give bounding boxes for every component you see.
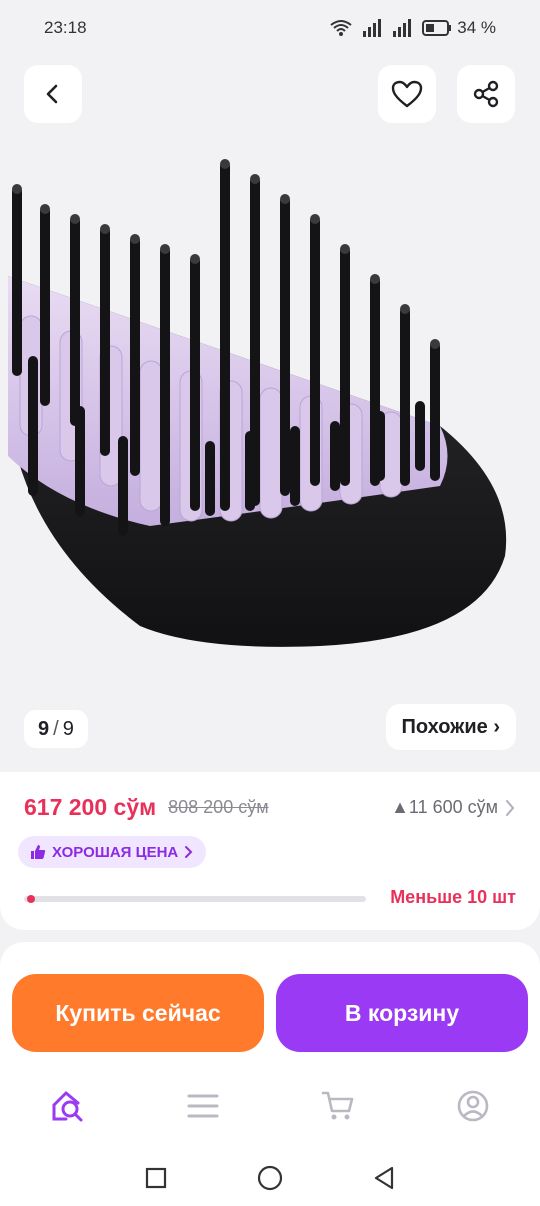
image-counter-total: 9	[62, 717, 74, 740]
recent-apps-icon[interactable]	[145, 1167, 167, 1189]
status-time: 23:18	[44, 18, 87, 37]
share-icon	[473, 80, 499, 108]
product-image	[8, 159, 507, 647]
price-change-value: ▲11 600 сўм	[391, 797, 498, 817]
bottom-navigation	[0, 1062, 540, 1150]
add-to-cart-button[interactable]: В корзину	[276, 974, 528, 1052]
battery: 34 %	[422, 18, 496, 38]
buy-now-button[interactable]: Купить сейчас	[12, 974, 264, 1052]
battery-icon	[422, 20, 452, 36]
battery-percent: 34 %	[457, 18, 496, 37]
cart-icon	[321, 1091, 353, 1120]
nav-catalog[interactable]	[173, 1076, 233, 1136]
stock-progress-fill	[26, 895, 35, 903]
current-price: 617 200 сўм	[24, 794, 157, 820]
favorite-button[interactable]	[378, 65, 436, 123]
heart-icon	[391, 80, 423, 108]
action-bar: Купить сейчас В корзину	[0, 942, 540, 1062]
status-icons: 34 %	[330, 18, 496, 38]
old-price: 808 200 сўм	[168, 797, 269, 817]
price-card: 617 200 сўм 808 200 сўм ▲11 600 сўм ХОРО…	[0, 772, 540, 930]
status-bar: 23:18 34 %	[0, 0, 540, 56]
good-price-label: ХОРОШАЯ ЦЕНА	[52, 843, 179, 861]
chevron-right-icon	[506, 799, 515, 816]
good-price-badge[interactable]: ХОРОШАЯ ЦЕНА	[18, 836, 207, 868]
stock-text: Меньше 10 шт	[390, 887, 516, 907]
image-counter-separator: /	[53, 717, 59, 740]
nav-cart[interactable]	[308, 1076, 368, 1136]
home-search-icon	[52, 1091, 82, 1122]
price-change-button[interactable]: ▲11 600 сўм	[391, 797, 516, 818]
signal-icon	[363, 19, 382, 37]
catalog-icon	[187, 1094, 218, 1118]
chevron-left-icon	[46, 84, 58, 104]
similar-products-button[interactable]: Похожие ›	[385, 704, 516, 750]
product-gallery[interactable]: 9 / 9 Похожие ›	[0, 56, 540, 770]
image-counter-current: 9	[38, 717, 50, 740]
stock-progress-bar	[24, 895, 366, 903]
price-row: 617 200 сўм 808 200 сўм ▲11 600 сўм	[24, 794, 516, 821]
signal-icon	[393, 19, 412, 37]
nav-profile[interactable]	[443, 1076, 503, 1136]
chevron-right-icon	[185, 846, 193, 858]
system-navigation-bar	[0, 1150, 540, 1206]
home-icon[interactable]	[257, 1165, 283, 1191]
share-button[interactable]	[457, 65, 515, 123]
image-counter: 9 / 9	[24, 710, 88, 748]
thumbs-up-icon	[31, 845, 46, 859]
nav-home[interactable]	[38, 1076, 98, 1136]
profile-icon	[457, 1090, 488, 1122]
back-button[interactable]	[24, 65, 82, 123]
back-icon[interactable]	[373, 1166, 395, 1190]
wifi-icon	[330, 20, 352, 36]
